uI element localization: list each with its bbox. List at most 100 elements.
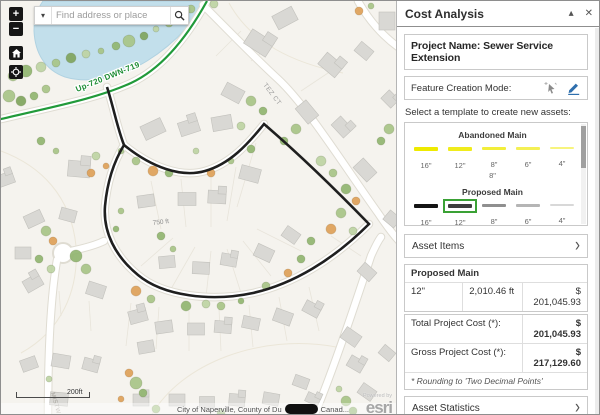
asset-cost: $ 201,045.93 <box>523 283 587 311</box>
asset-items-header[interactable]: Asset Items › <box>404 234 588 258</box>
template-group-name: Proposed Main <box>405 187 580 197</box>
proposed-main-table: Proposed Main 12" 2,010.46 ft $ 201,045.… <box>404 264 588 312</box>
template-picker: Abandoned Main16"12"8"6"4"8"Proposed Mai… <box>404 122 588 226</box>
panel-body: Project Name: Sewer Service Extension Fe… <box>397 27 600 415</box>
search-button[interactable] <box>170 7 188 24</box>
line-symbol <box>482 147 506 150</box>
scale-label: 200ft <box>67 389 83 396</box>
template-item-label: 8" <box>477 217 511 226</box>
attribution: City of Naperville, County of Du Canad..… <box>177 404 349 414</box>
template-item[interactable]: 12" <box>443 141 477 170</box>
total-value: $ 201,045.93 <box>523 315 587 343</box>
template-item[interactable]: 4" <box>545 198 579 226</box>
template-item-label: 16" <box>409 218 443 226</box>
template-item-box <box>409 142 443 156</box>
asset-items-label: Asset Items <box>412 241 575 252</box>
home-icon <box>12 49 21 58</box>
search-dropdown-caret[interactable]: ▾ <box>35 7 52 24</box>
template-item-label: 12" <box>443 161 477 170</box>
select-cursor-icon <box>544 81 558 95</box>
template-item[interactable]: 6" <box>511 141 545 170</box>
gross-value: $ 217,129.60 <box>523 344 587 372</box>
template-item[interactable]: 12" <box>443 198 477 226</box>
app-window: Up-720 DWN-719 750 ft TEZ CT MISTW + − <box>0 0 600 415</box>
total-row: Total Project Cost (*): $ 201,045.93 <box>405 315 587 343</box>
template-prompt: Select a template to create new assets: <box>405 107 587 118</box>
template-item-label: 6" <box>511 217 545 226</box>
project-name: Project Name: Sewer Service Extension <box>411 40 553 64</box>
template-item-row: 16"12"8"6"4" <box>405 140 580 170</box>
map-art: Up-720 DWN-719 750 ft TEZ CT MISTW <box>1 1 396 415</box>
esri-logo: Powered by esri <box>363 394 392 415</box>
draw-mode-button[interactable] <box>566 81 581 95</box>
locate-icon <box>11 67 21 77</box>
template-item-selected-box <box>443 199 477 213</box>
asset-size: 12" <box>405 283 463 311</box>
zoom-in-button[interactable]: + <box>9 7 23 21</box>
attribution-text-right: Canad... <box>321 405 349 414</box>
template-item-label: 8" <box>405 171 580 180</box>
collapse-icon[interactable]: ▴ <box>569 9 574 19</box>
attribution-obscured-badge <box>285 404 318 414</box>
template-item-row: 16"12"8"6"4" <box>405 197 580 226</box>
template-item-label: 4" <box>545 159 579 168</box>
asset-statistics-header[interactable]: Asset Statistics › <box>404 396 588 415</box>
template-groups: Abandoned Main16"12"8"6"4"8"Proposed Mai… <box>405 130 580 226</box>
template-item-box <box>477 199 511 212</box>
close-icon[interactable]: ✕ <box>585 9 593 19</box>
chevron-right-icon: › <box>575 238 580 254</box>
template-item[interactable]: 16" <box>409 198 443 226</box>
template-item-label: 6" <box>511 160 545 169</box>
template-item[interactable]: 8" <box>477 198 511 226</box>
template-item-label: 4" <box>545 216 579 225</box>
map-canvas[interactable]: Up-720 DWN-719 750 ft TEZ CT MISTW + − <box>1 1 396 415</box>
asset-statistics-label: Asset Statistics <box>412 403 575 414</box>
line-symbol <box>448 204 472 208</box>
line-symbol <box>414 147 438 151</box>
template-item-box <box>477 142 511 155</box>
line-symbol <box>448 147 472 151</box>
cost-analysis-panel: Cost Analysis ▴ ✕ Project Name: Sewer Se… <box>396 1 600 415</box>
search-input[interactable] <box>52 7 170 24</box>
line-symbol <box>516 204 540 207</box>
asset-length: 2,010.46 ft <box>463 283 523 311</box>
locate-button[interactable] <box>9 65 23 79</box>
pencil-icon <box>566 81 581 95</box>
template-item[interactable]: 16" <box>409 141 443 170</box>
esri-wordmark: esri <box>363 399 392 415</box>
search-box: ▾ <box>34 6 189 25</box>
gross-row: Gross Project Cost (*): $ 217,129.60 <box>405 343 587 372</box>
template-item-label: 16" <box>409 161 443 170</box>
feature-mode-card: Feature Creation Mode: <box>404 76 588 100</box>
template-item-box <box>545 199 579 211</box>
template-item-label: 8" <box>477 160 511 169</box>
rounding-footnote: * Rounding to 'Two Decimal Points' <box>405 373 549 389</box>
total-label: Total Project Cost (*): <box>405 315 523 343</box>
panel-scrollbar[interactable] <box>595 28 600 415</box>
select-mode-button[interactable] <box>544 81 558 95</box>
template-item-box <box>409 199 443 213</box>
search-icon <box>174 10 185 21</box>
panel-header: Cost Analysis ▴ ✕ <box>397 1 600 27</box>
cost-summary: Proposed Main 12" 2,010.46 ft $ 201,045.… <box>404 264 588 390</box>
panel-title: Cost Analysis <box>405 7 558 21</box>
template-item-box <box>545 142 579 154</box>
template-group-name: Abandoned Main <box>405 130 580 140</box>
template-scrollbar <box>581 124 586 224</box>
template-item[interactable]: 8" <box>477 141 511 170</box>
line-symbol <box>550 147 574 149</box>
home-button[interactable] <box>9 46 23 60</box>
template-item-label: 12" <box>443 218 477 227</box>
zoom-out-button[interactable]: − <box>9 22 23 36</box>
template-item-box <box>511 199 545 212</box>
line-symbol <box>516 147 540 150</box>
template-item[interactable]: 6" <box>511 198 545 226</box>
template-item[interactable]: 4" <box>545 141 579 170</box>
chevron-right-icon: › <box>575 400 580 415</box>
line-symbol <box>550 204 574 206</box>
attribution-text-left: City of Naperville, County of Du <box>177 405 282 414</box>
line-symbol <box>482 204 506 207</box>
table-row: 12" 2,010.46 ft $ 201,045.93 <box>405 282 587 311</box>
template-scrollbar-thumb[interactable] <box>581 126 586 168</box>
feature-mode-label: Feature Creation Mode: <box>411 83 536 94</box>
